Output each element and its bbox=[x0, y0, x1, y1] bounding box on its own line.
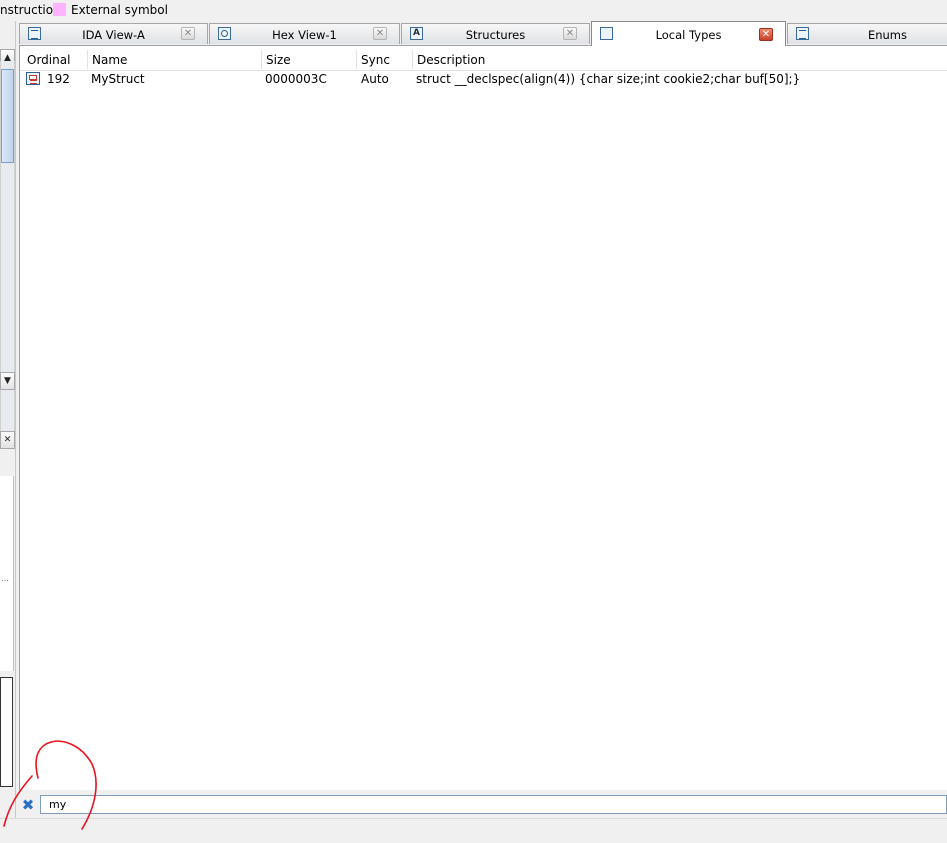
column-description[interactable]: Description bbox=[417, 53, 485, 67]
cell-description: struct __declspec(align(4)) {char size;i… bbox=[416, 72, 801, 86]
tab-structures[interactable]: A Structures ✕ bbox=[401, 23, 590, 44]
legend-instruction-label: nstruction bbox=[0, 3, 61, 17]
legend-external-label: External symbol bbox=[71, 3, 168, 17]
hex-view-icon bbox=[218, 27, 231, 40]
left-scroll-thumb[interactable] bbox=[1, 69, 14, 163]
tab-label: Local Types bbox=[655, 28, 722, 42]
tab-ida-view-a[interactable]: IDA View-A ✕ bbox=[19, 23, 208, 44]
column-ordinal[interactable]: Ordinal bbox=[27, 53, 70, 67]
cell-sync: Auto bbox=[361, 72, 389, 86]
tab-label: Hex View-1 bbox=[272, 28, 337, 42]
tab-label: Enums bbox=[867, 28, 908, 42]
ida-view-icon bbox=[28, 27, 41, 40]
legend-external-swatch bbox=[53, 3, 66, 16]
status-bar bbox=[0, 818, 947, 843]
tab-hex-view-1[interactable]: Hex View-1 ✕ bbox=[209, 23, 400, 44]
filter-input[interactable] bbox=[40, 795, 947, 814]
column-name[interactable]: Name bbox=[92, 53, 127, 67]
column-header: Ordinal Name Size Sync Description bbox=[20, 50, 947, 71]
enums-icon bbox=[796, 27, 809, 40]
clear-filter-icon[interactable]: ✖ bbox=[20, 797, 36, 813]
tab-local-types[interactable]: Local Types ✕ bbox=[591, 21, 786, 46]
left-panel-strip: ▲ ▼ ✕ … … bbox=[0, 21, 16, 842]
table-row[interactable]: 192 MyStruct 0000003C Auto struct __decl… bbox=[20, 70, 947, 88]
struct-type-icon bbox=[26, 72, 40, 85]
tab-bar: IDA View-A ✕ Hex View-1 ✕ A Structures ✕… bbox=[19, 21, 947, 46]
close-panel-button[interactable]: ✕ bbox=[0, 431, 15, 449]
local-types-list[interactable]: Ordinal Name Size Sync Description 192 M… bbox=[19, 46, 947, 790]
cell-size: 0000003C bbox=[265, 72, 327, 86]
cell-name: MyStruct bbox=[91, 72, 145, 86]
local-types-icon bbox=[600, 27, 613, 40]
tab-label: Structures bbox=[465, 28, 526, 42]
column-sync[interactable]: Sync bbox=[361, 53, 390, 67]
left-box bbox=[0, 677, 13, 787]
tab-enums[interactable]: Enums bbox=[787, 23, 947, 44]
close-icon[interactable]: ✕ bbox=[563, 27, 577, 40]
close-icon[interactable]: ✕ bbox=[373, 27, 387, 40]
close-icon[interactable]: ✕ bbox=[181, 27, 195, 40]
close-icon[interactable]: ✕ bbox=[759, 28, 773, 41]
legend-bar: nstruction External symbol bbox=[0, 0, 947, 21]
scroll-down-button[interactable]: ▼ bbox=[0, 372, 15, 390]
cell-ordinal: 192 bbox=[47, 72, 70, 86]
column-size[interactable]: Size bbox=[266, 53, 291, 67]
left-dots: … bbox=[1, 574, 10, 583]
quick-filter-bar: ✖ bbox=[19, 794, 947, 816]
structures-icon: A bbox=[410, 27, 423, 40]
tab-label: IDA View-A bbox=[82, 28, 145, 42]
